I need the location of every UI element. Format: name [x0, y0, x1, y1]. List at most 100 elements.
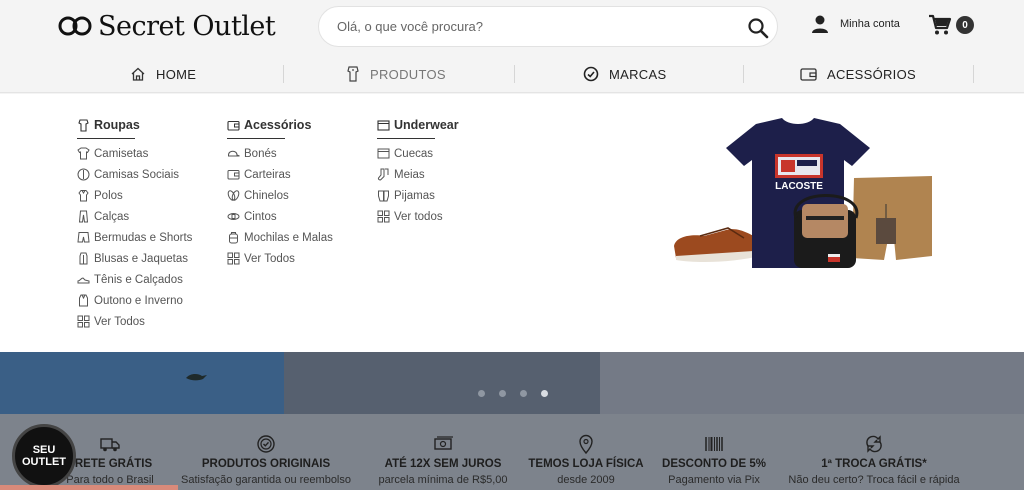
menu-item-cuecas[interactable]: Cuecas	[377, 143, 459, 164]
menu-item-ver-todos[interactable]: Ver Todos	[227, 248, 333, 269]
heading-underline	[227, 138, 285, 139]
menu-heading-roupas[interactable]: Roupas	[77, 117, 192, 133]
menu-item-ver-todos[interactable]: Ver Todos	[77, 311, 192, 332]
menu-item-chinelos[interactable]: Chinelos	[227, 185, 333, 206]
menu-item-meias[interactable]: Meias	[377, 164, 459, 185]
account-label: Minha conta	[840, 18, 900, 30]
menu-item-calcas[interactable]: Calças	[77, 206, 192, 227]
menu-item-label: Bonés	[244, 147, 277, 160]
menu-item-bones[interactable]: Bonés	[227, 143, 333, 164]
wallet-icon	[227, 120, 240, 131]
menu-item-polos[interactable]: Polos	[77, 185, 192, 206]
nav-acessorios-label: ACESSÓRIOS	[827, 66, 916, 82]
briefs-icon	[377, 148, 390, 159]
shirt-icon	[347, 66, 359, 82]
menu-item-cintos[interactable]: Cintos	[227, 206, 333, 227]
badge-check-icon	[257, 435, 275, 453]
sneaker-icon	[77, 277, 90, 284]
benefit-subtitle: Não deu certo? Troca fácil e rápida	[788, 474, 960, 486]
menu-item-blusas-jaquetas[interactable]: Blusas e Jaquetas	[77, 248, 192, 269]
menu-item-label: Mochilas e Malas	[244, 231, 333, 244]
grid-icon	[377, 210, 390, 223]
menu-item-mochilas-malas[interactable]: Mochilas e Malas	[227, 227, 333, 248]
menu-item-label: Ver todos	[394, 210, 443, 223]
money-icon	[434, 436, 453, 450]
carousel-dots	[478, 390, 548, 397]
menu-heading-acessorios[interactable]: Acessórios	[227, 117, 333, 133]
benefit-subtitle: parcela mínima de R$5,00	[378, 474, 508, 486]
carousel-dot-active[interactable]	[541, 390, 548, 397]
grid-icon	[227, 252, 240, 265]
nav-marcas-label: MARCAS	[609, 66, 667, 82]
menu-item-label: Carteiras	[244, 168, 291, 181]
menu-item-label: Calças	[94, 210, 130, 223]
pajamas-icon	[378, 190, 389, 202]
menu-heading-label: Underwear	[394, 118, 459, 132]
crocodile-logo-icon	[186, 373, 207, 381]
menu-column-roupas: Roupas Camisetas Camisas Sociais Polos C…	[77, 117, 192, 332]
nav-produtos-label: PRODUTOS	[370, 66, 446, 82]
cart-count-badge: 0	[956, 16, 974, 34]
nav-marcas[interactable]: MARCAS	[583, 55, 666, 93]
status-strip	[0, 485, 178, 490]
menu-item-pijamas[interactable]: Pijamas	[377, 185, 459, 206]
menu-item-label: Ver Todos	[244, 252, 295, 265]
jacket-icon	[79, 252, 88, 265]
search-icon[interactable]	[745, 15, 771, 41]
menu-item-outono-inverno[interactable]: Outono e Inverno	[77, 290, 192, 311]
carousel-dot[interactable]	[499, 390, 506, 397]
account-link[interactable]: Minha conta	[810, 14, 900, 34]
menu-item-camisetas[interactable]: Camisetas	[77, 143, 192, 164]
nav-acessorios[interactable]: ACESSÓRIOS	[800, 55, 916, 93]
main-nav: HOME PRODUTOS MARCAS ACESSÓRIOS	[0, 55, 1024, 93]
truck-icon	[100, 438, 120, 452]
home-icon	[131, 67, 145, 81]
belt-icon	[227, 213, 240, 220]
menu-item-label: Bermudas e Shorts	[94, 231, 193, 244]
menu-column-acessorios: Acessórios Bonés Carteiras Chinelos Cint…	[227, 117, 333, 269]
pants-icon	[78, 210, 89, 223]
carousel-dot[interactable]	[520, 390, 527, 397]
menu-item-label: Blusas e Jaquetas	[94, 252, 188, 265]
menu-item-carteiras[interactable]: Carteiras	[227, 164, 333, 185]
wallet-icon	[227, 170, 240, 180]
benefits-bar: FRETE GRÁTIS Para todo o Brasil PRODUTOS…	[0, 414, 1024, 490]
polo-icon	[78, 190, 89, 202]
exchange-icon	[866, 435, 882, 453]
grid-icon	[77, 315, 90, 328]
menu-item-label: Tênis e Calçados	[94, 273, 183, 286]
search-input[interactable]	[337, 7, 737, 46]
header: Secret Outlet Minha conta 0	[0, 0, 1024, 55]
seu-outlet-seal[interactable]: SEU OUTLET	[12, 424, 76, 488]
coat-icon	[79, 294, 88, 307]
shorts-icon	[77, 232, 90, 243]
logo-mark-icon	[58, 16, 92, 36]
menu-item-camisas-sociais[interactable]: Camisas Sociais	[77, 164, 192, 185]
barcode-icon	[705, 437, 723, 451]
cart-button[interactable]: 0	[928, 14, 974, 36]
dress-shirt-icon	[77, 168, 90, 181]
menu-heading-underwear[interactable]: Underwear	[377, 117, 459, 133]
menu-item-label: Outono e Inverno	[94, 294, 183, 307]
carousel-dot[interactable]	[478, 390, 485, 397]
menu-item-label: Camisas Sociais	[94, 168, 179, 181]
seal-text: SEU OUTLET	[22, 444, 66, 468]
nav-home[interactable]: HOME	[130, 55, 196, 93]
menu-item-tenis-calcados[interactable]: Tênis e Calçados	[77, 269, 192, 290]
menu-heading-label: Roupas	[94, 118, 140, 132]
featured-products-image[interactable]: LACOSTE	[670, 118, 940, 274]
benefit-troca-gratis: 1ª TROCA GRÁTIS* Não deu certo? Troca fá…	[782, 414, 966, 490]
cart-icon	[929, 14, 952, 35]
hero-banner[interactable]	[0, 352, 1024, 414]
nav-home-label: HOME	[156, 66, 197, 82]
socks-icon	[377, 168, 389, 181]
logo[interactable]: Secret Outlet	[58, 10, 276, 42]
menu-item-bermudas-shorts[interactable]: Bermudas e Shorts	[77, 227, 192, 248]
nav-produtos[interactable]: PRODUTOS	[346, 55, 446, 93]
menu-item-label: Camisetas	[94, 147, 149, 160]
menu-item-label: Cintos	[244, 210, 277, 223]
cap-icon	[228, 150, 240, 157]
benefit-title: TEMOS LOJA FÍSICA	[528, 458, 644, 470]
menu-item-ver-todos[interactable]: Ver todos	[377, 206, 459, 227]
shirt-print-text: LACOSTE	[775, 181, 823, 192]
